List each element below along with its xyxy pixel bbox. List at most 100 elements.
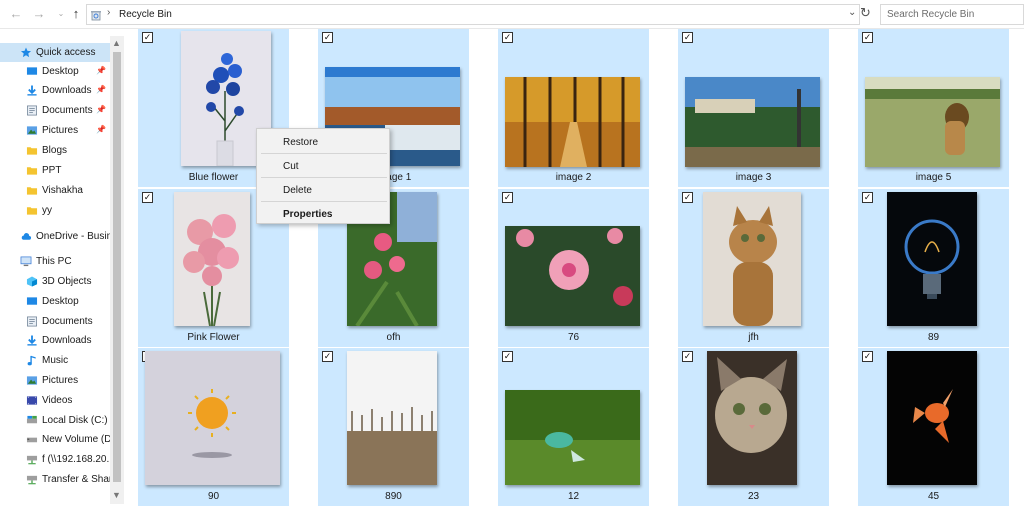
scroll-up-arrow-icon[interactable]: ▲ <box>112 38 121 48</box>
selection-checkbox[interactable]: ✓ <box>322 32 333 43</box>
selection-checkbox[interactable]: ✓ <box>862 32 873 43</box>
context-menu: Restore Cut Delete Properties <box>256 128 390 224</box>
menu-item-properties[interactable]: Properties <box>283 209 332 220</box>
selection-checkbox[interactable]: ✓ <box>502 32 513 43</box>
sidebar-item-label: Desktop <box>42 66 79 77</box>
sidebar-item-pictures[interactable]: Pictures 📌 <box>0 121 110 140</box>
sidebar-item-label: Downloads <box>42 85 92 96</box>
pin-icon[interactable]: 📌 <box>96 85 106 94</box>
sidebar-item-label: Vishakha <box>42 185 83 196</box>
breadcrumb-chevron-icon: › <box>107 7 111 18</box>
pin-icon[interactable]: 📌 <box>96 125 106 134</box>
sidebar-item-label: Blogs <box>42 145 68 156</box>
sidebar-item-3d-objects[interactable]: 3D Objects <box>0 272 110 291</box>
sidebar-item-videos[interactable]: Videos <box>0 391 110 410</box>
file-tile-12[interactable]: ✓ 12 <box>498 348 649 506</box>
menu-item-delete[interactable]: Delete <box>283 185 312 196</box>
selection-checkbox[interactable]: ✓ <box>682 192 693 203</box>
network-drive-icon <box>26 455 38 465</box>
image-5-thumbnail <box>865 77 1000 167</box>
file-tile-45[interactable]: ✓ 45 <box>858 348 1009 506</box>
sidebar-item-yy[interactable]: yy <box>0 201 110 220</box>
sidebar-scrollbar[interactable]: ▲ ▼ <box>110 36 124 504</box>
pin-icon[interactable]: 📌 <box>96 66 106 75</box>
file-tile-90[interactable]: ✓ 90 <box>138 348 289 506</box>
sidebar-item-pc-downloads[interactable]: Downloads <box>0 331 110 350</box>
file-tile-890[interactable]: ✓ 890 <box>318 348 469 506</box>
scroll-down-arrow-icon[interactable]: ▼ <box>112 490 121 500</box>
sidebar-item-label: Quick access <box>36 47 96 58</box>
file-name: image 2 <box>555 172 592 183</box>
sidebar-item-documents[interactable]: Documents 📌 <box>0 101 110 120</box>
selection-checkbox[interactable]: ✓ <box>682 351 693 362</box>
sidebar-item-pc-desktop[interactable]: Desktop <box>0 292 110 311</box>
selection-checkbox[interactable]: ✓ <box>142 32 153 43</box>
forward-arrow-icon[interactable]: → <box>31 5 47 23</box>
selection-checkbox[interactable]: ✓ <box>322 351 333 362</box>
file-tile-image-2[interactable]: ✓ image 2 <box>498 29 649 187</box>
breadcrumb-recycle-bin[interactable]: Recycle Bin <box>119 9 172 20</box>
music-note-icon <box>27 355 36 366</box>
desktop-icon <box>26 67 38 75</box>
45-thumbnail <box>887 351 977 485</box>
12-thumbnail <box>505 390 640 485</box>
sidebar-item-label: Videos <box>42 395 73 406</box>
file-name: image 5 <box>915 172 952 183</box>
file-tile-image-5[interactable]: ✓ image 5 <box>858 29 1009 187</box>
address-bar[interactable]: › Recycle Bin <box>86 4 860 25</box>
sidebar-item-pc-documents[interactable]: Documents <box>0 312 110 331</box>
890-thumbnail <box>347 351 437 485</box>
sidebar-item-this-pc[interactable]: This PC <box>0 252 110 271</box>
sidebar-item-vishakha[interactable]: Vishakha <box>0 181 110 200</box>
sidebar-item-local-disk[interactable]: Local Disk (C:) <box>0 411 110 430</box>
search-input[interactable]: Search Recycle Bin <box>880 4 1024 25</box>
file-name: 90 <box>207 491 220 502</box>
sidebar-item-ppt[interactable]: PPT <box>0 161 110 180</box>
selection-checkbox[interactable]: ✓ <box>502 351 513 362</box>
folder-icon <box>26 207 38 215</box>
file-tile-76[interactable]: ✓ 76 <box>498 189 649 347</box>
sidebar-item-label: Documents <box>42 105 93 116</box>
refresh-icon[interactable]: ↻ <box>860 5 874 21</box>
pin-icon[interactable]: 📌 <box>96 105 106 114</box>
file-tile-image-3[interactable]: ✓ image 3 <box>678 29 829 187</box>
file-name: 890 <box>385 491 402 502</box>
selection-checkbox[interactable]: ✓ <box>142 192 153 203</box>
sidebar-item-blogs[interactable]: Blogs <box>0 141 110 160</box>
sidebar-item-label: PPT <box>42 165 62 176</box>
selection-checkbox[interactable]: ✓ <box>682 32 693 43</box>
sidebar-item-new-volume[interactable]: New Volume (D <box>0 430 110 449</box>
sidebar-item-downloads[interactable]: Downloads 📌 <box>0 81 110 100</box>
scrollbar-thumb[interactable] <box>113 52 121 482</box>
sidebar-item-network-drive[interactable]: f (\\192.168.20. <box>0 450 110 469</box>
file-name: ofh <box>386 332 401 343</box>
sidebar-item-music[interactable]: Music <box>0 351 110 370</box>
file-tile-23[interactable]: ✓ 23 <box>678 348 829 506</box>
back-arrow-icon[interactable]: ← <box>8 5 24 23</box>
recent-locations-chevron-icon[interactable]: ⌄ <box>53 5 69 23</box>
menu-item-restore[interactable]: Restore <box>283 137 318 148</box>
up-arrow-icon[interactable]: ↑ <box>68 5 84 23</box>
sidebar-item-transfer-share[interactable]: Transfer & Shar <box>0 470 110 489</box>
sidebar-item-label: Transfer & Shar <box>42 474 110 485</box>
file-name: 12 <box>567 491 580 502</box>
sidebar-item-label: Downloads <box>42 335 92 346</box>
sidebar-item-quick-access[interactable]: Quick access <box>0 43 110 62</box>
file-tile-jfh[interactable]: ✓ jfh <box>678 189 829 347</box>
sidebar-item-pc-pictures[interactable]: Pictures <box>0 371 110 390</box>
selection-checkbox[interactable]: ✓ <box>502 192 513 203</box>
89-thumbnail <box>887 192 977 326</box>
recycle-bin-icon <box>91 11 101 21</box>
sidebar-item-label: Music <box>42 355 69 366</box>
download-icon <box>27 85 37 96</box>
sidebar-item-onedrive[interactable]: OneDrive - Busin <box>0 227 110 246</box>
cloud-icon <box>21 233 32 240</box>
selection-checkbox[interactable]: ✓ <box>862 351 873 362</box>
sidebar-item-desktop[interactable]: Desktop 📌 <box>0 62 110 81</box>
file-tile-89[interactable]: ✓ 89 <box>858 189 1009 347</box>
90-thumbnail <box>145 351 280 485</box>
menu-item-cut[interactable]: Cut <box>283 161 299 172</box>
selection-checkbox[interactable]: ✓ <box>862 192 873 203</box>
image-2-thumbnail <box>505 77 640 167</box>
address-dropdown-icon[interactable]: ⌄ <box>848 7 856 18</box>
